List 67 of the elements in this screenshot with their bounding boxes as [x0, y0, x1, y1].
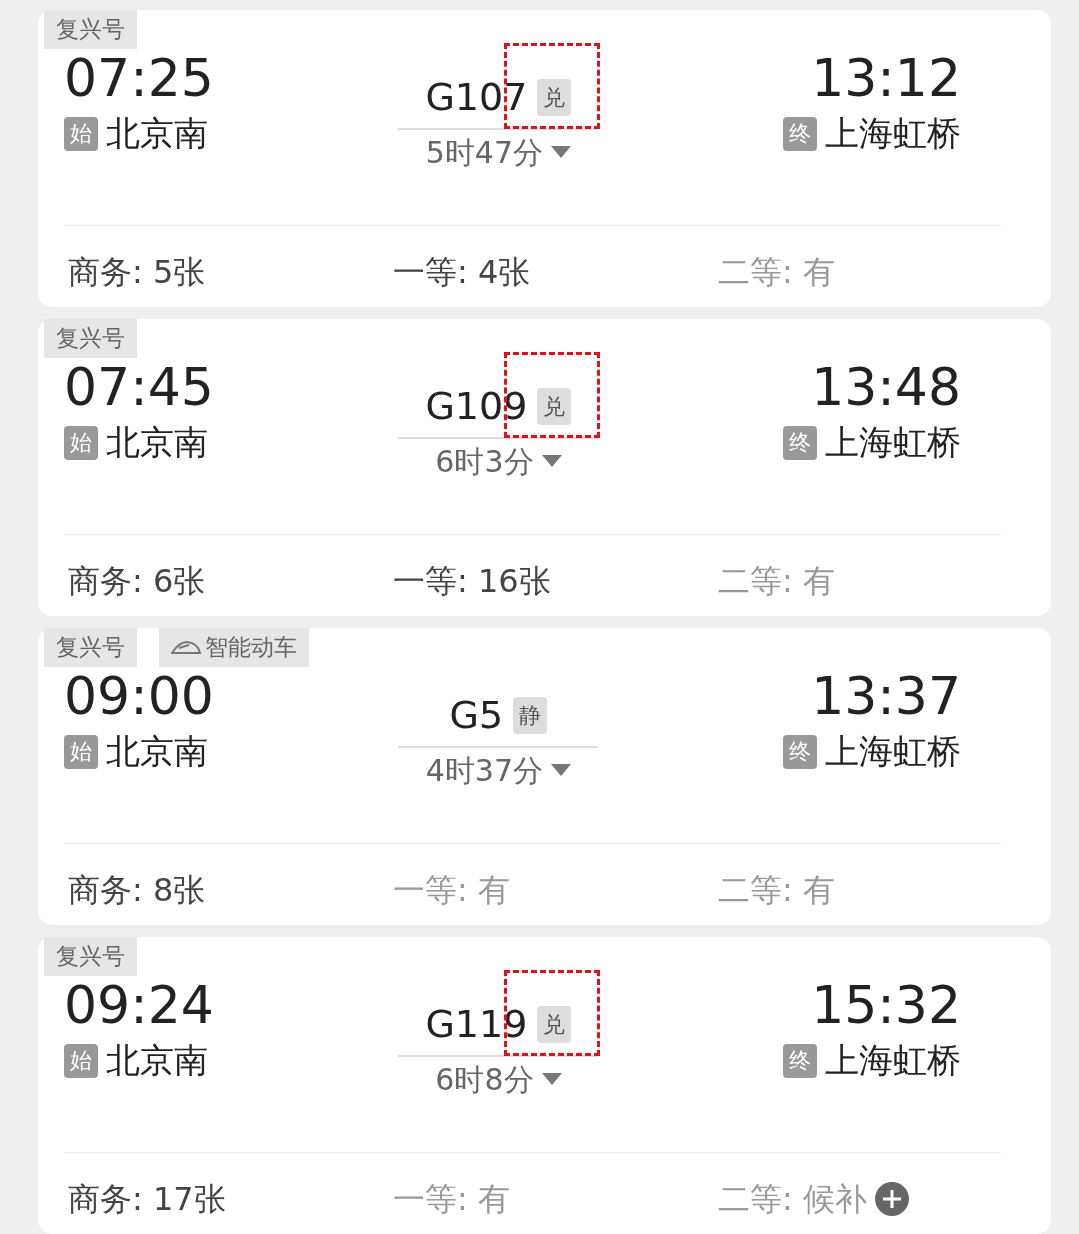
train-tag: 复兴号 — [44, 937, 137, 976]
train-tag: 复兴号 — [44, 319, 137, 358]
station-name: 北京南 — [106, 730, 208, 774]
station-name: 北京南 — [106, 112, 208, 156]
arrival-time: 15:32 — [811, 975, 961, 1036]
seat-availability: 一等: 16张 — [393, 560, 551, 602]
seat-availability: 一等: 有 — [393, 1178, 510, 1220]
start-badge: 始 — [64, 116, 98, 151]
caret-icon — [541, 455, 562, 467]
seat-availability: 二等: 有 — [718, 869, 835, 911]
train-tag: 复兴号 — [44, 10, 137, 49]
duration-dropdown[interactable]: 6时3分 — [435, 438, 562, 484]
caret-icon — [551, 764, 572, 776]
train-badge: 兑 — [537, 1005, 572, 1043]
start-badge: 始 — [64, 1043, 98, 1078]
start-badge: 始 — [64, 734, 98, 769]
train-tag: 复兴号 — [44, 628, 137, 667]
duration-dropdown[interactable]: 4时37分 — [425, 747, 572, 793]
seat-availability: 二等: 有 — [718, 251, 835, 293]
departure-time: 07:45 — [64, 357, 214, 418]
seat-availability: 商务: 6张 — [68, 560, 206, 602]
train-badge: 静 — [513, 696, 548, 734]
duration-text: 6时3分 — [435, 442, 534, 481]
duration-text: 5时47分 — [425, 133, 544, 172]
seat-availability: 商务: 5张 — [68, 251, 206, 293]
caret-icon — [541, 1073, 562, 1085]
add-icon[interactable] — [874, 1181, 909, 1216]
end-badge: 终 — [783, 425, 817, 460]
seat-availability: 二等: 有 — [718, 560, 835, 602]
arrival-time: 13:12 — [811, 48, 961, 109]
seat-availability: 一等: 4张 — [393, 251, 531, 293]
seat-availability: 二等: 候补 — [718, 1178, 867, 1220]
arrival-time: 13:48 — [811, 357, 961, 418]
departure-time: 09:00 — [64, 666, 214, 727]
train-card[interactable]: 复兴号 智能动车 09:00 始 北京南 G5 静 4时37分 13:37 终 上海虹桥 商务: 8张 一等: 有 二等: 有 — [38, 628, 1051, 925]
station-name: 上海虹桥 — [825, 112, 961, 156]
train-badge: 兑 — [537, 78, 572, 116]
seat-availability: 商务: 8张 — [68, 869, 206, 911]
train-card[interactable]: 复兴号 09:24 始 北京南 G119 兑 6时8分 15:32 终 上海虹桥 商务: 17张 一等: 有 二等: 候补 — [38, 937, 1051, 1234]
station-name: 北京南 — [106, 421, 208, 465]
train-badge: 兑 — [537, 387, 572, 425]
train-number[interactable]: G5 — [449, 686, 504, 744]
station-name: 上海虹桥 — [825, 421, 961, 465]
start-badge: 始 — [64, 425, 98, 460]
seat-availability: 商务: 17张 — [68, 1178, 226, 1220]
end-badge: 终 — [783, 1043, 817, 1078]
train-number[interactable]: G107 — [425, 68, 528, 126]
station-name: 上海虹桥 — [825, 730, 961, 774]
caret-icon — [551, 146, 572, 158]
departure-time: 07:25 — [64, 48, 214, 109]
train-number[interactable]: G119 — [425, 995, 528, 1053]
station-name: 北京南 — [106, 1039, 208, 1083]
end-badge: 终 — [783, 734, 817, 769]
arrival-time: 13:37 — [811, 666, 961, 727]
train-number[interactable]: G109 — [425, 377, 528, 435]
duration-text: 4时37分 — [425, 751, 544, 790]
train-icon — [171, 639, 201, 656]
train-card[interactable]: 复兴号 07:45 始 北京南 G109 兑 6时3分 13:48 终 上海虹桥 商务: 6张 一等: 16张 二等: 有 — [38, 319, 1051, 616]
duration-dropdown[interactable]: 5时47分 — [425, 129, 572, 175]
seat-availability: 一等: 有 — [393, 869, 510, 911]
train-tag: 智能动车 — [159, 628, 309, 667]
station-name: 上海虹桥 — [825, 1039, 961, 1083]
duration-text: 6时8分 — [435, 1060, 534, 1099]
end-badge: 终 — [783, 116, 817, 151]
duration-dropdown[interactable]: 6时8分 — [435, 1056, 562, 1102]
departure-time: 09:24 — [64, 975, 214, 1036]
train-card[interactable]: 复兴号 07:25 始 北京南 G107 兑 5时47分 13:12 终 上海虹桥 商务: 5张 一等: 4张 二等: 有 — [38, 10, 1051, 307]
